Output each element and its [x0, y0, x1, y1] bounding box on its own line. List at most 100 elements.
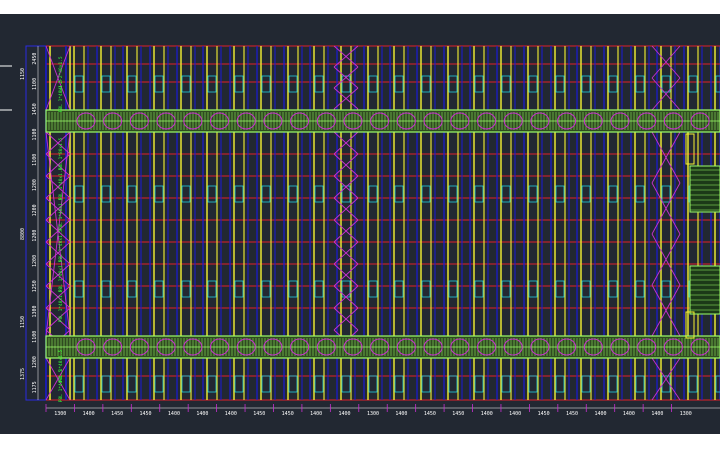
- equipment-unit: [689, 265, 720, 315]
- column-bracket: [474, 280, 484, 298]
- column-bracket: [368, 280, 378, 298]
- left-dim-label: 1200: [32, 255, 38, 267]
- bottom-dim-label: 1400: [395, 411, 407, 417]
- left-dim-label: 2450: [32, 53, 38, 65]
- column-bracket: [528, 375, 538, 393]
- column-bracket: [127, 185, 137, 203]
- column-bracket: [608, 75, 618, 93]
- bottom-dim-label: 1400: [594, 411, 606, 417]
- column-bracket: [234, 185, 244, 203]
- column-bracket: [715, 75, 720, 93]
- column-bracket: [394, 185, 404, 203]
- walkways: [45, 109, 720, 359]
- column-bracket: [368, 185, 378, 203]
- column-bracket: [74, 75, 84, 93]
- rack-label: RBL 1*80x1.5: [58, 137, 64, 170]
- column-bracket: [661, 75, 671, 93]
- column-bracket: [688, 75, 698, 93]
- column-bracket: [288, 280, 298, 298]
- column-bracket: [368, 75, 378, 93]
- column-bracket: [207, 185, 217, 203]
- column-bracket: [448, 185, 458, 203]
- column-bracket: [341, 375, 351, 393]
- rack-label: PBL 1*40x1.5: [58, 369, 64, 402]
- column-bracket: [314, 75, 324, 93]
- column-bracket: [127, 75, 137, 93]
- bottom-dim-label: 1400: [310, 411, 322, 417]
- rack-label: PBL 1*40x1.5: [58, 229, 64, 262]
- left-dim-label: 1100: [32, 154, 38, 166]
- left-total-dim-label: 1150: [20, 68, 26, 80]
- left-dim-label: 1200: [32, 230, 38, 242]
- column-bracket: [474, 185, 484, 203]
- column-bracket: [661, 280, 671, 298]
- column-bracket: [394, 375, 404, 393]
- column-bracket: [635, 375, 645, 393]
- column-bracket: [74, 375, 84, 393]
- column-bracket: [154, 280, 164, 298]
- rack-layout-drawing: 1300 1400 1450 1450 1400 1400 1400 1450 1450 1400…: [0, 45, 720, 417]
- column-bracket: [394, 75, 404, 93]
- column-bracket: [101, 375, 111, 393]
- column-bracket: [635, 75, 645, 93]
- column-bracket: [581, 375, 591, 393]
- column-bracket: [421, 375, 431, 393]
- column-bracket: [474, 75, 484, 93]
- column-bracket: [234, 280, 244, 298]
- left-dim-label: 1450: [32, 103, 38, 115]
- column-bracket: [154, 185, 164, 203]
- column-bracket: [101, 75, 111, 93]
- bottom-dim-label: 1450: [452, 411, 464, 417]
- bottom-dim-label: 1400: [168, 411, 180, 417]
- left-dim-label: 1175: [32, 381, 38, 393]
- column-bracket: [368, 375, 378, 393]
- column-bracket: [474, 375, 484, 393]
- column-bracket: [101, 280, 111, 298]
- column-bracket: [154, 75, 164, 93]
- column-bracket: [127, 280, 137, 298]
- column-bracket: [261, 375, 271, 393]
- column-bracket: [261, 75, 271, 93]
- bottom-dim-label: 1450: [111, 411, 123, 417]
- column-bracket: [314, 185, 324, 203]
- rack-label: PBL 1*40x1.5: [58, 79, 64, 112]
- left-dim-label: 1100: [32, 331, 38, 343]
- bottom-dim-label: 1450: [566, 411, 578, 417]
- rack-label: PBL 1*40x1.5: [58, 167, 64, 200]
- equipment-post: [685, 133, 695, 165]
- column-bracket: [207, 75, 217, 93]
- column-bracket: [448, 375, 458, 393]
- column-bracket: [448, 280, 458, 298]
- bottom-dim-label: 1400: [83, 411, 95, 417]
- column-bracket: [101, 185, 111, 203]
- column-bracket: [715, 375, 720, 393]
- column-bracket: [181, 75, 191, 93]
- left-dim-label: 1100: [32, 78, 38, 90]
- column-bracket: [314, 375, 324, 393]
- left-total-dim-label: 1150: [20, 316, 26, 328]
- left-dim-label: 1100: [32, 128, 38, 140]
- column-bracket: [181, 280, 191, 298]
- dimension-annotations: 1300 1400 1450 1450 1400 1400 1400 1450 1450 1400…: [0, 46, 720, 417]
- left-total-dim-label: 8800: [20, 228, 26, 240]
- column-bracket: [448, 75, 458, 93]
- column-bracket: [501, 185, 511, 203]
- column-bracket: [341, 75, 351, 93]
- bottom-dim-label: 1300: [367, 411, 379, 417]
- cad-viewport[interactable]: 1300 1400 1450 1450 1400 1400 1400 1450 1450 1400…: [0, 14, 720, 434]
- column-bracket: [207, 375, 217, 393]
- column-bracket: [261, 185, 271, 203]
- bottom-dim-label: 1400: [339, 411, 351, 417]
- rack-label: PBL 1*40x1.5: [58, 259, 64, 292]
- column-bracket: [288, 185, 298, 203]
- column-bracket: [261, 280, 271, 298]
- column-bracket: [581, 185, 591, 203]
- column-bracket: [528, 185, 538, 203]
- column-bracket: [581, 280, 591, 298]
- bottom-dim-label: 1400: [623, 411, 635, 417]
- bottom-dim-label: 1450: [538, 411, 550, 417]
- bottom-dim-label: 1300: [680, 411, 692, 417]
- column-bracket: [421, 280, 431, 298]
- bottom-dim-label: 1300: [54, 411, 66, 417]
- left-dim-label: 1200: [32, 204, 38, 216]
